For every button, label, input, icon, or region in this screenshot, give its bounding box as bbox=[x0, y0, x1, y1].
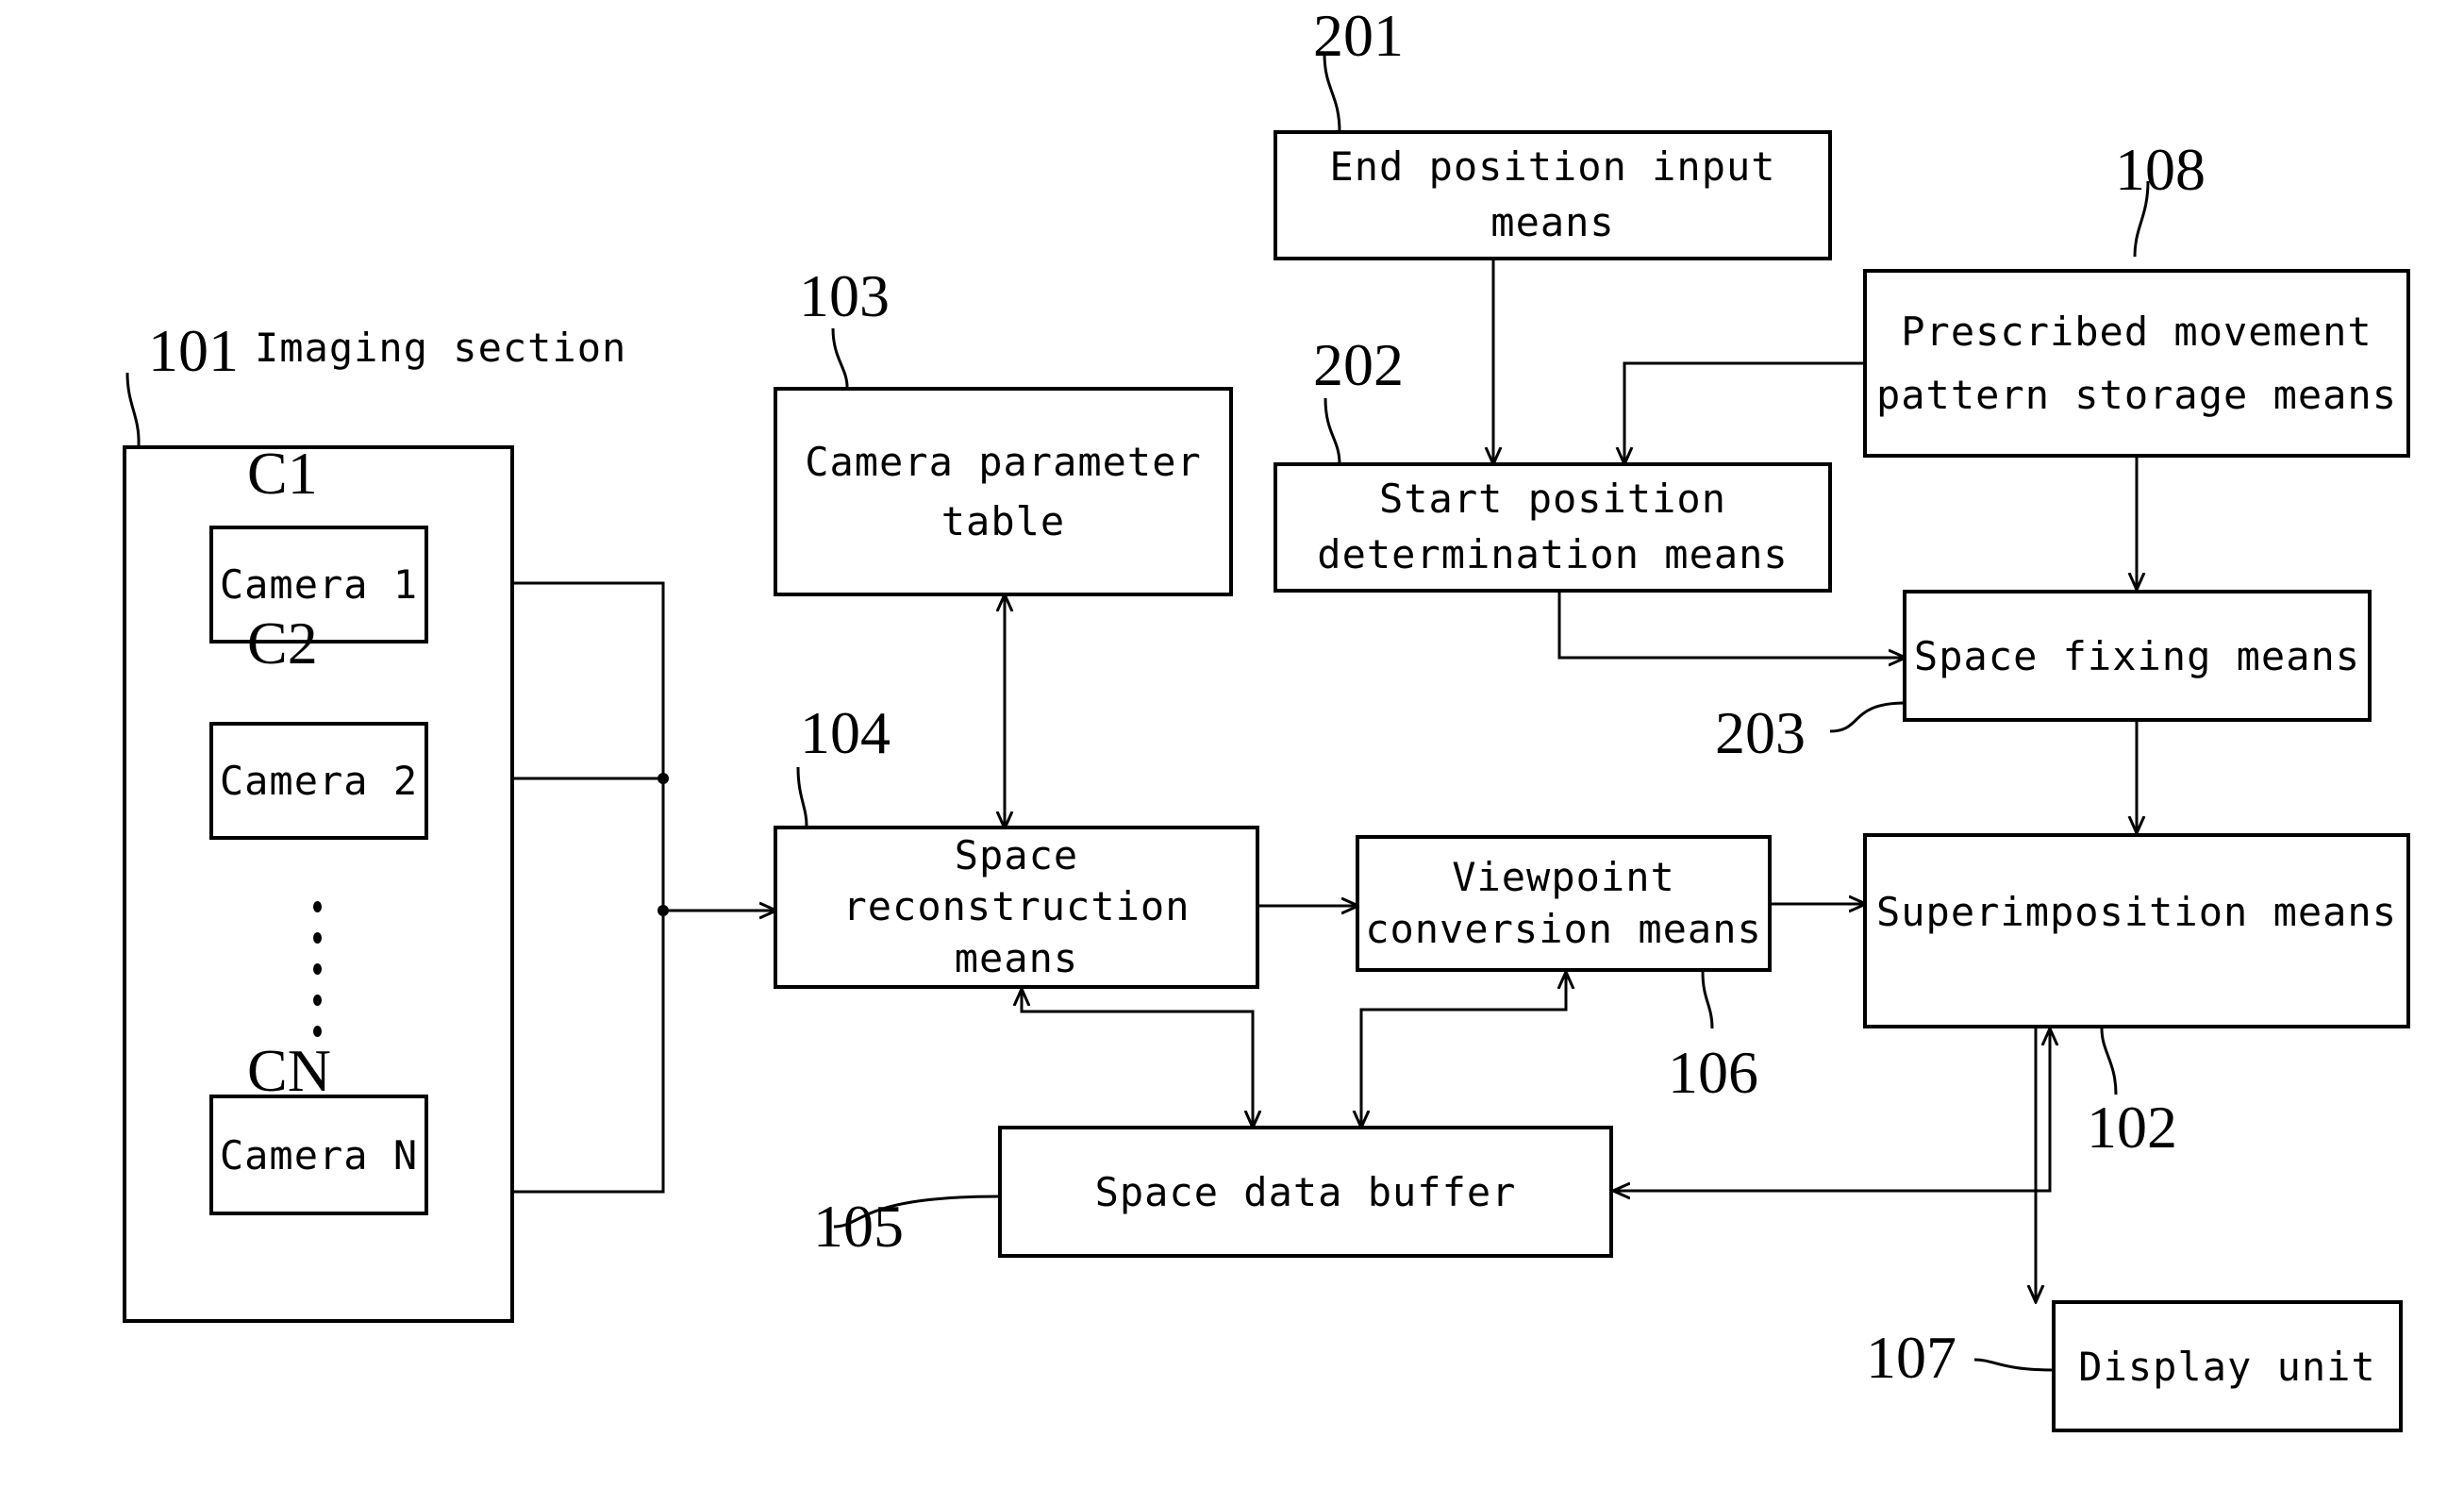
ref-107: 107 bbox=[1866, 1324, 1956, 1391]
ref-202: 202 bbox=[1313, 331, 1404, 398]
camera-parameter-table-label: Camera parameter table bbox=[805, 439, 1202, 544]
ref-203: 203 bbox=[1715, 699, 1806, 766]
ref-108: 108 bbox=[2115, 136, 2206, 203]
ref-201: 201 bbox=[1313, 2, 1404, 69]
arrow-reconstruction-buffer bbox=[1022, 989, 1253, 1128]
ref-104: 104 bbox=[800, 699, 891, 766]
arrow-prescribed-to-start-position bbox=[1624, 361, 1870, 464]
ellipsis-dot bbox=[313, 932, 322, 944]
leader-202 bbox=[1324, 397, 1341, 465]
camera-2-label: Camera 2 bbox=[219, 758, 419, 804]
end-position-input-label: End position input means bbox=[1329, 143, 1776, 245]
ref-105: 105 bbox=[813, 1193, 904, 1260]
leader-107 bbox=[1973, 1358, 2056, 1372]
ellipsis-dot bbox=[313, 963, 322, 975]
junction-dot-camera2 bbox=[658, 773, 669, 784]
end-position-input-box[interactable]: End position input means bbox=[1274, 130, 1832, 260]
ellipsis-dot bbox=[313, 1026, 322, 1037]
arrow-start-position-to-space-fixing bbox=[1557, 593, 1906, 658]
ellipsis-dot bbox=[313, 995, 322, 1006]
imaging-section-caption: Imaging section bbox=[255, 325, 627, 371]
leader-203 bbox=[1829, 701, 1906, 733]
camera-n-label: Camera N bbox=[219, 1131, 419, 1179]
leader-106 bbox=[1701, 971, 1714, 1029]
camera-n-box[interactable]: Camera N bbox=[209, 1095, 428, 1215]
space-reconstruction-box[interactable]: Space reconstruction means bbox=[774, 826, 1259, 989]
superimposition-label: Superimposition means bbox=[1875, 889, 2397, 935]
space-reconstruction-label: Space reconstruction means bbox=[842, 831, 1190, 981]
leader-101 bbox=[125, 372, 141, 446]
leader-103 bbox=[831, 327, 849, 388]
leader-102 bbox=[2100, 1028, 2118, 1095]
ref-102: 102 bbox=[2087, 1094, 2177, 1161]
ref-103: 103 bbox=[799, 262, 890, 329]
block-diagram: 101 Imaging section Camera 1 C1 Camera 2… bbox=[0, 0, 2464, 1488]
arrow-viewpoint-buffer bbox=[1361, 972, 1566, 1128]
viewpoint-conversion-box[interactable]: Viewpoint conversion means bbox=[1356, 835, 1772, 972]
space-data-buffer-box[interactable]: Space data buffer bbox=[998, 1126, 1613, 1258]
display-unit-label: Display unit bbox=[2078, 1343, 2376, 1390]
superimposition-box[interactable]: Superimposition means bbox=[1863, 833, 2410, 1028]
ref-106: 106 bbox=[1668, 1039, 1758, 1106]
camera-1-box[interactable]: Camera 1 bbox=[209, 526, 428, 644]
leader-104 bbox=[796, 766, 808, 827]
ref-c2: C2 bbox=[247, 610, 318, 677]
ellipsis-dot bbox=[313, 901, 322, 912]
display-unit-box[interactable]: Display unit bbox=[2052, 1300, 2403, 1432]
ref-c1: C1 bbox=[247, 440, 318, 507]
ref-cn: CN bbox=[247, 1037, 331, 1104]
space-data-buffer-label: Space data buffer bbox=[1094, 1168, 1517, 1215]
viewpoint-conversion-label: Viewpoint conversion means bbox=[1365, 853, 1762, 952]
camera-2-box[interactable]: Camera 2 bbox=[209, 722, 428, 840]
start-position-determination-box[interactable]: Start position determination means bbox=[1274, 462, 1832, 593]
start-position-determination-label: Start position determination means bbox=[1317, 476, 1789, 577]
junction-dot-bus bbox=[658, 905, 669, 916]
space-fixing-label: Space fixing means bbox=[1913, 632, 2361, 679]
prescribed-movement-pattern-storage-label: Prescribed movement pattern storage mean… bbox=[1875, 308, 2397, 418]
space-fixing-box[interactable]: Space fixing means bbox=[1903, 590, 2372, 722]
prescribed-movement-pattern-storage-box[interactable]: Prescribed movement pattern storage mean… bbox=[1863, 269, 2410, 458]
camera-parameter-table-box[interactable]: Camera parameter table bbox=[774, 387, 1233, 596]
camera-1-label: Camera 1 bbox=[219, 561, 419, 608]
ref-101: 101 bbox=[148, 317, 239, 384]
